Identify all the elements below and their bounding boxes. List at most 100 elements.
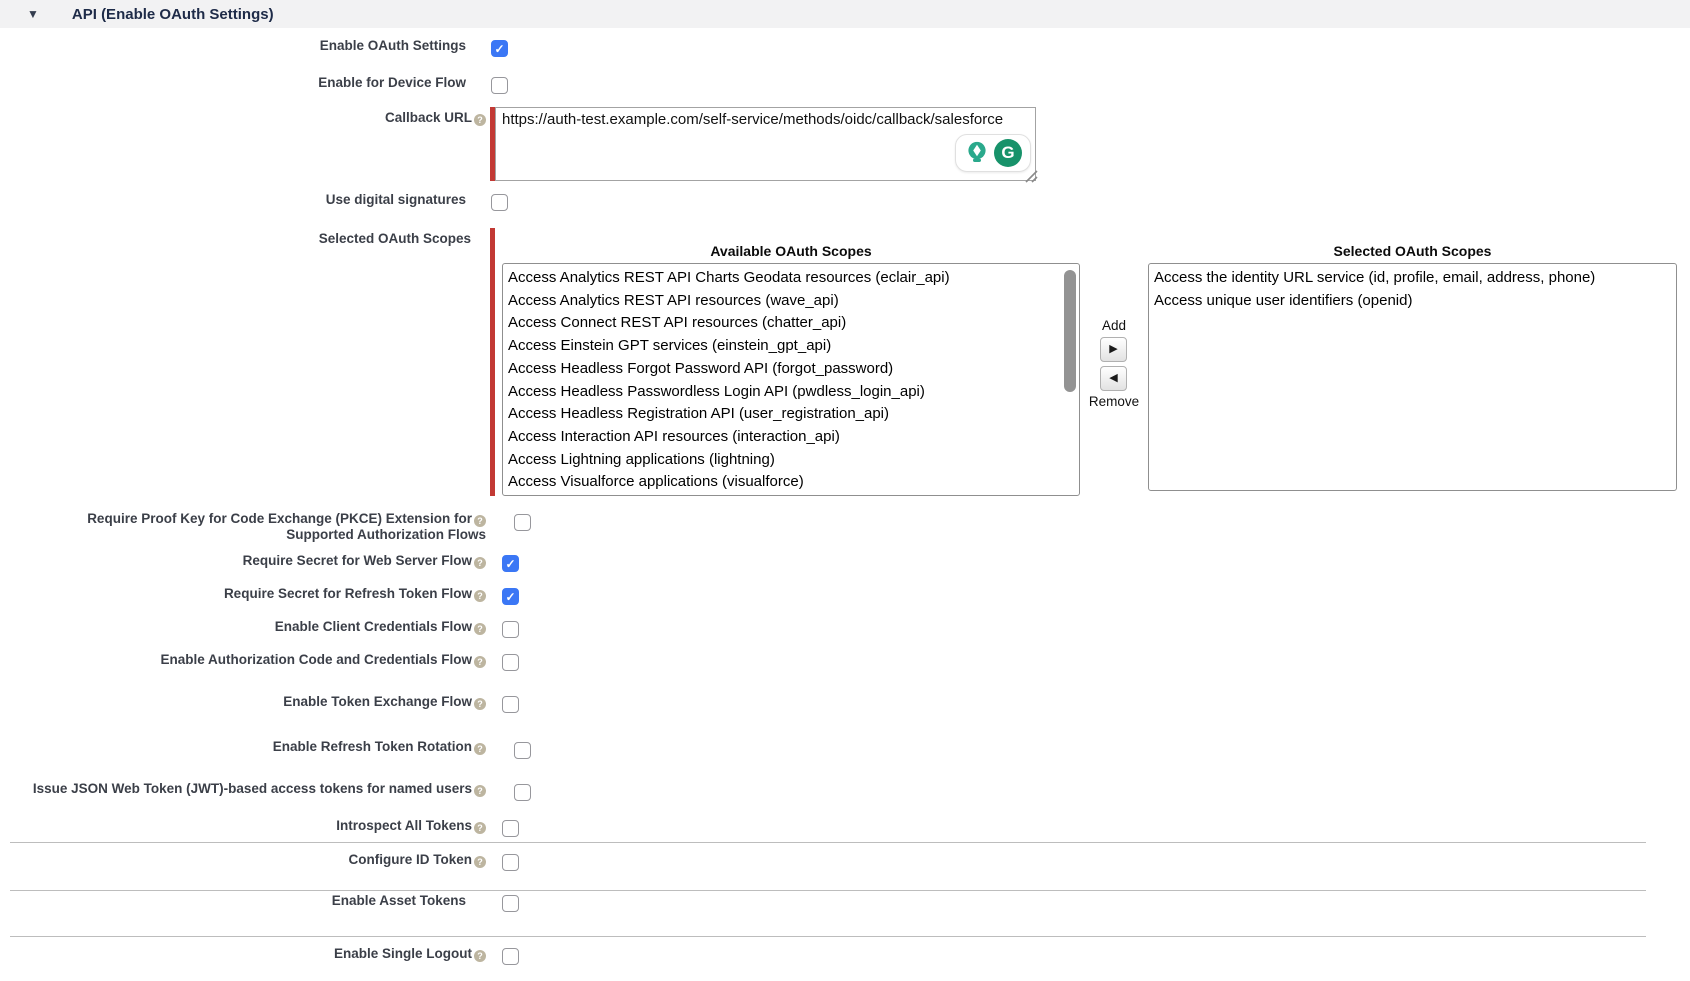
list-item[interactable]: Access Visualforce applications (visualf…	[508, 471, 1079, 494]
secret-refresh-token-checkbox[interactable]: ✓	[502, 588, 519, 605]
refresh-token-rotation-checkbox[interactable]	[514, 742, 531, 759]
required-field-bar	[490, 228, 495, 496]
client-credentials-label: Enable Client Credentials Flow	[275, 619, 472, 634]
add-label: Add	[1085, 318, 1143, 333]
pkce-label-line1: Require Proof Key for Code Exchange (PKC…	[87, 511, 472, 526]
pkce-label-line2: Supported Authorization Flows	[286, 527, 486, 542]
help-icon[interactable]: ?	[474, 822, 486, 834]
field-row-digital-signatures: Use digital signatures	[0, 192, 508, 211]
help-icon[interactable]: ?	[474, 743, 486, 755]
introspect-all-tokens-checkbox[interactable]	[502, 820, 519, 837]
field-row-single-logout: Enable Single Logout?	[0, 946, 519, 965]
introspect-all-tokens-label: Introspect All Tokens	[336, 818, 472, 833]
field-row-jwt-access-tokens: Issue JSON Web Token (JWT)-based access …	[0, 781, 531, 801]
field-label: Require Secret for Refresh Token Flow?	[0, 586, 486, 602]
configure-id-token-label: Configure ID Token	[349, 852, 473, 867]
help-icon[interactable]: ?	[474, 656, 486, 668]
help-icon[interactable]: ?	[474, 698, 486, 710]
secret-web-server-label: Require Secret for Web Server Flow	[243, 553, 472, 568]
help-icon[interactable]: ?	[474, 557, 486, 569]
field-row-introspect-all-tokens: Introspect All Tokens?	[0, 818, 519, 837]
section-divider	[10, 842, 1646, 843]
section-header: ▼ API (Enable OAuth Settings)	[0, 0, 1690, 28]
field-row-device-flow: Enable for Device Flow	[0, 75, 508, 94]
field-row-callback-url: Callback URL?	[0, 110, 486, 126]
field-label: Configure ID Token?	[0, 852, 486, 868]
token-exchange-label: Enable Token Exchange Flow	[283, 694, 472, 709]
field-row-configure-id-token: Configure ID Token?	[0, 852, 519, 871]
token-exchange-checkbox[interactable]	[502, 696, 519, 713]
collapse-triangle-icon[interactable]: ▼	[27, 8, 39, 20]
field-row-token-exchange: Enable Token Exchange Flow?	[0, 694, 519, 713]
grammarly-suggestion-icon[interactable]	[964, 140, 990, 166]
digital-signatures-checkbox[interactable]	[491, 194, 508, 211]
auth-code-credentials-checkbox[interactable]	[502, 654, 519, 671]
right-arrow-icon: ▶	[1109, 344, 1117, 355]
section-divider	[10, 936, 1646, 937]
field-row-secret-web-server: Require Secret for Web Server Flow? ✓	[0, 553, 519, 572]
list-item[interactable]: Access Headless Passwordless Login API (…	[508, 381, 1079, 404]
field-label: Selected OAuth Scopes	[0, 231, 486, 247]
list-item[interactable]: Access Connect REST API resources (chatt…	[508, 312, 1079, 335]
scrollbar-thumb[interactable]	[1064, 270, 1076, 392]
list-item[interactable]: Access the identity URL service (id, pro…	[1154, 267, 1676, 290]
field-row-asset-tokens: Enable Asset Tokens	[0, 893, 519, 912]
oauth-settings-section: ▼ API (Enable OAuth Settings) Enable OAu…	[0, 0, 1690, 981]
selected-scopes-listbox[interactable]: Access the identity URL service (id, pro…	[1148, 263, 1677, 491]
device-flow-checkbox[interactable]	[491, 77, 508, 94]
help-icon[interactable]: ?	[474, 623, 486, 635]
field-label: Enable Client Credentials Flow?	[0, 619, 486, 635]
field-label: Require Secret for Web Server Flow?	[0, 553, 486, 569]
field-label: Enable Token Exchange Flow?	[0, 694, 486, 710]
field-label: Issue JSON Web Token (JWT)-based access …	[0, 781, 486, 797]
list-item[interactable]: Access Headless Registration API (user_r…	[508, 403, 1079, 426]
field-label: Callback URL?	[0, 110, 486, 126]
field-label: Enable Single Logout?	[0, 946, 486, 962]
secret-refresh-token-label: Require Secret for Refresh Token Flow	[224, 586, 472, 601]
field-row-enable-oauth: Enable OAuth Settings ✓	[0, 38, 508, 57]
client-credentials-checkbox[interactable]	[502, 621, 519, 638]
field-row-client-credentials: Enable Client Credentials Flow?	[0, 619, 519, 638]
help-icon[interactable]: ?	[474, 950, 486, 962]
field-row-pkce: Require Proof Key for Code Exchange (PKC…	[0, 511, 531, 543]
add-scope-button[interactable]: ▶	[1100, 337, 1127, 362]
auth-code-credentials-label: Enable Authorization Code and Credential…	[160, 652, 472, 667]
list-item[interactable]: Access Interaction API resources (intera…	[508, 426, 1079, 449]
help-icon[interactable]: ?	[474, 856, 486, 868]
grammarly-icon[interactable]: G	[994, 139, 1022, 167]
help-icon[interactable]: ?	[474, 785, 486, 797]
jwt-access-tokens-checkbox[interactable]	[514, 784, 531, 801]
list-item[interactable]: Access Lightning applications (lightning…	[508, 449, 1079, 472]
field-label: Use digital signatures	[0, 192, 486, 208]
field-label: Enable OAuth Settings	[0, 38, 486, 54]
list-item[interactable]: Access Analytics REST API Charts Geodata…	[508, 267, 1079, 290]
field-label: Enable for Device Flow	[0, 75, 486, 91]
list-item[interactable]: Access unique user identifiers (openid)	[1154, 290, 1676, 313]
list-item[interactable]: Access Einstein GPT services (einstein_g…	[508, 335, 1079, 358]
textarea-resize-handle[interactable]	[1022, 167, 1039, 184]
configure-id-token-checkbox[interactable]	[502, 854, 519, 871]
field-row-secret-refresh-token: Require Secret for Refresh Token Flow? ✓	[0, 586, 519, 605]
field-label: Enable Asset Tokens	[0, 893, 486, 909]
asset-tokens-label: Enable Asset Tokens	[332, 893, 466, 908]
field-label: Introspect All Tokens?	[0, 818, 486, 834]
grammarly-widget[interactable]: G	[955, 134, 1031, 172]
asset-tokens-checkbox[interactable]	[502, 895, 519, 912]
list-item[interactable]: Access Headless Forgot Password API (for…	[508, 358, 1079, 381]
pkce-checkbox[interactable]	[514, 514, 531, 531]
available-scopes-listbox[interactable]: Access Analytics REST API Charts Geodata…	[502, 263, 1080, 496]
single-logout-checkbox[interactable]	[502, 948, 519, 965]
remove-scope-button[interactable]: ◀	[1100, 366, 1127, 391]
available-scopes-header: Available OAuth Scopes	[502, 243, 1080, 259]
digital-signatures-label: Use digital signatures	[326, 192, 466, 207]
help-icon[interactable]: ?	[474, 590, 486, 602]
section-divider	[10, 890, 1646, 891]
secret-web-server-checkbox[interactable]: ✓	[502, 555, 519, 572]
list-item[interactable]: Access Analytics REST API resources (wav…	[508, 290, 1079, 313]
field-row-oauth-scopes: Selected OAuth Scopes	[0, 231, 486, 247]
remove-label: Remove	[1085, 394, 1143, 409]
enable-oauth-checkbox[interactable]: ✓	[491, 40, 508, 57]
help-icon[interactable]: ?	[474, 114, 486, 126]
help-icon[interactable]: ?	[474, 515, 486, 527]
device-flow-label: Enable for Device Flow	[318, 75, 466, 90]
